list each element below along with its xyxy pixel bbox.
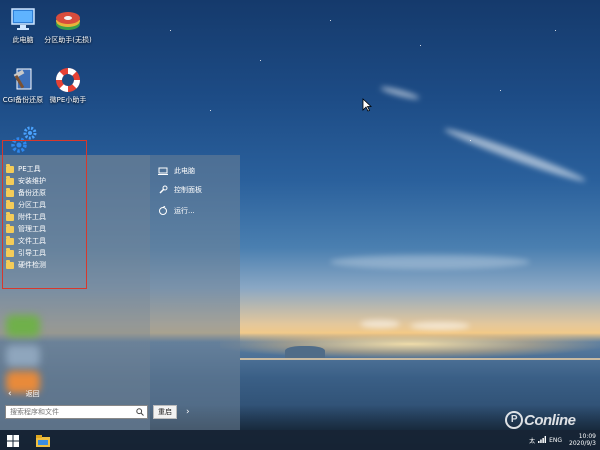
star	[500, 90, 501, 91]
run-icon	[158, 206, 168, 216]
island	[285, 346, 325, 358]
watermark-p-logo: P	[505, 411, 523, 430]
blurred-tile	[6, 345, 40, 367]
desktop-background: 此电脑 分区助手(无损) CGI备份还原 微PE小助手 PE工具 安装维护 备份…	[0, 0, 600, 450]
ime-indicator[interactable]: ENG	[549, 437, 562, 444]
mouse-cursor-icon	[362, 97, 373, 112]
watermark-text: Conline	[524, 412, 576, 429]
highlight-annotation-box	[2, 140, 87, 289]
chevron-left-icon: ‹	[8, 389, 12, 399]
star	[555, 30, 556, 31]
desktop-icon-label: 微PE小助手	[49, 96, 87, 104]
partition-disk-icon	[53, 6, 83, 34]
back-button[interactable]: ‹ 返回	[8, 389, 40, 399]
search-box[interactable]	[5, 405, 148, 419]
right-item-control-panel[interactable]: 控制面板	[158, 184, 202, 196]
right-item-run[interactable]: 运行...	[158, 205, 195, 217]
right-item-this-pc[interactable]: 此电脑	[158, 165, 195, 177]
horizon	[240, 358, 600, 360]
cloud	[379, 84, 421, 102]
desktop-icon-partition-assistant[interactable]: 分区助手(无损)	[33, 6, 103, 45]
pconline-watermark: P Conline	[505, 411, 576, 430]
clock-time: 10:09	[578, 433, 596, 440]
star	[170, 30, 171, 31]
star	[260, 60, 261, 61]
cloud	[410, 322, 470, 330]
taskbar: 太 ENG 10:09 2020/9/3	[0, 430, 600, 450]
wrench-icon	[158, 185, 168, 195]
chevron-right-icon[interactable]: ›	[186, 405, 190, 419]
right-item-label: 控制面板	[174, 186, 202, 194]
search-icon	[134, 408, 146, 416]
desktop-icon-label: 分区助手(无损)	[44, 36, 92, 44]
tray-text: 太	[529, 437, 536, 445]
clock-date: 2020/9/3	[569, 440, 596, 447]
right-item-label: 运行...	[174, 207, 195, 215]
computer-icon	[158, 166, 168, 176]
cloud	[360, 320, 400, 328]
file-explorer-icon[interactable]	[35, 433, 51, 447]
back-label: 返回	[25, 390, 40, 398]
cloud	[330, 255, 530, 269]
lifebuoy-icon	[53, 66, 83, 94]
desktop-icon-pe-helper[interactable]: 微PE小助手	[33, 66, 103, 105]
system-tray: 太 ENG 10:09 2020/9/3	[529, 430, 596, 450]
search-input[interactable]	[6, 408, 134, 416]
right-item-label: 此电脑	[174, 167, 195, 175]
restart-button[interactable]: 重启	[153, 405, 177, 419]
sunset-glow	[220, 330, 600, 358]
star	[330, 20, 331, 21]
clock[interactable]: 10:09 2020/9/3	[569, 433, 596, 447]
star	[420, 45, 421, 46]
network-icon[interactable]	[538, 435, 547, 445]
star	[210, 110, 211, 111]
blurred-tile	[6, 315, 40, 337]
cloud	[442, 124, 588, 186]
windows-start-icon[interactable]	[6, 433, 20, 447]
